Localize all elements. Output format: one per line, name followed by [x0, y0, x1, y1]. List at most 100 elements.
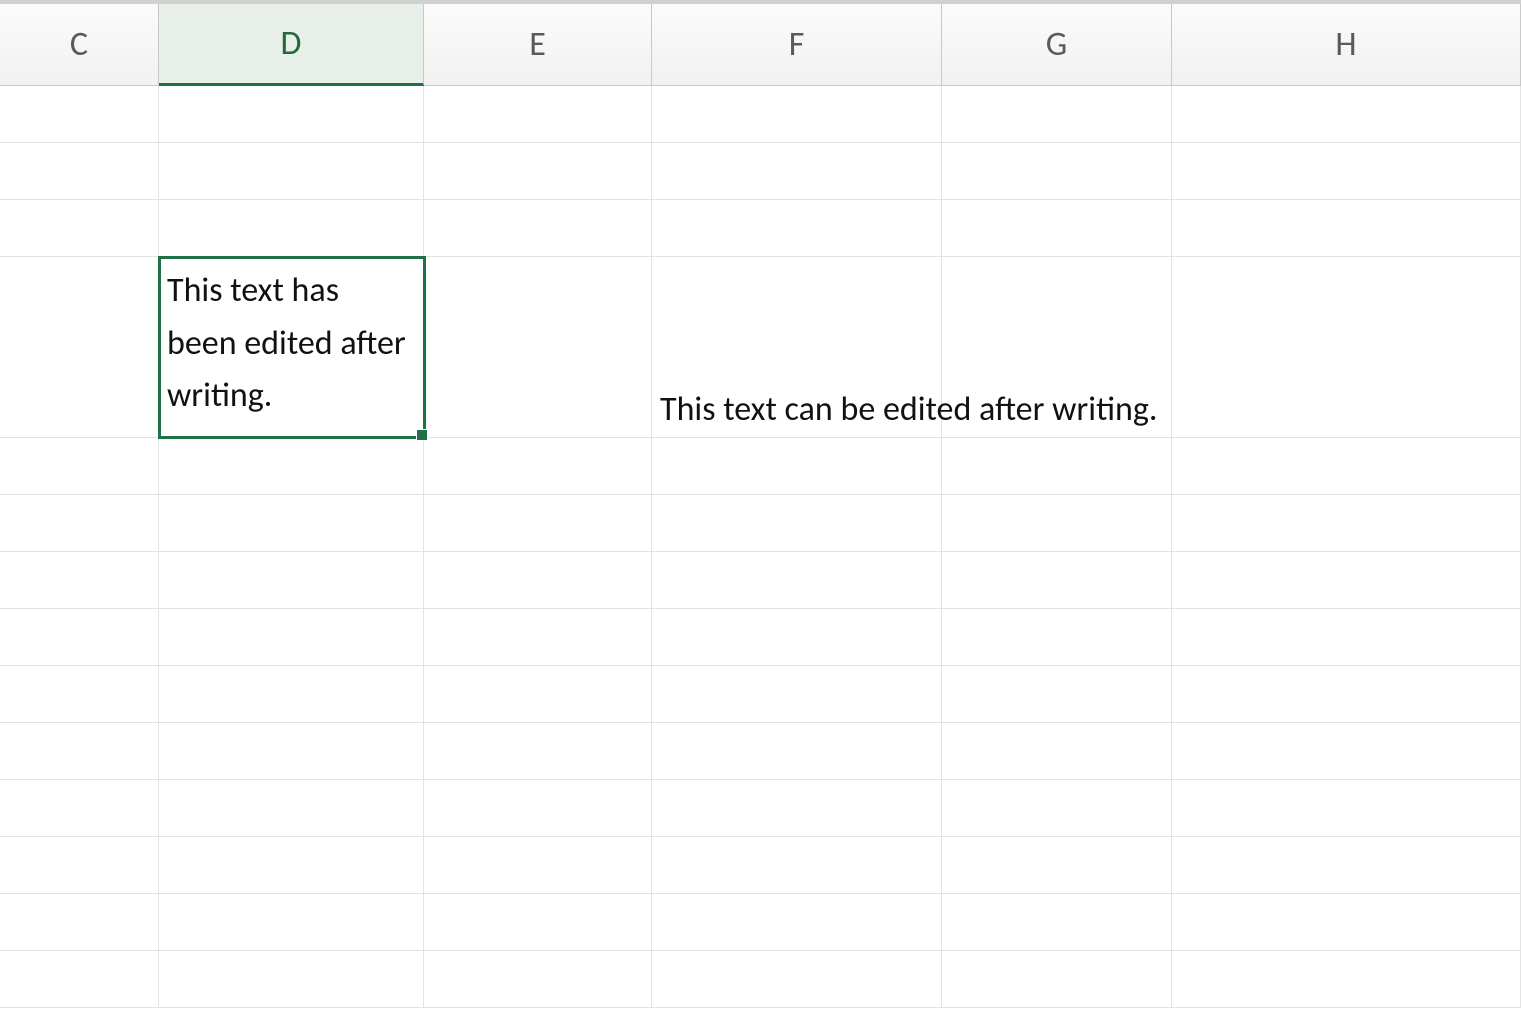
- cell-e5[interactable]: [424, 438, 652, 495]
- cell-c11[interactable]: [0, 780, 159, 837]
- cell-d9[interactable]: [159, 666, 424, 723]
- cell-g10[interactable]: [942, 723, 1172, 780]
- cell-c12[interactable]: [0, 837, 159, 894]
- column-header-g[interactable]: G: [942, 4, 1172, 85]
- cell-e6[interactable]: [424, 495, 652, 552]
- cell-e2[interactable]: [424, 143, 652, 200]
- column-header-f[interactable]: F: [652, 4, 942, 85]
- cell-h12[interactable]: [1172, 837, 1521, 894]
- cell-g6[interactable]: [942, 495, 1172, 552]
- cell-d12[interactable]: [159, 837, 424, 894]
- cell-c9[interactable]: [0, 666, 159, 723]
- cell-c5[interactable]: [0, 438, 159, 495]
- cell-g2[interactable]: [942, 143, 1172, 200]
- column-header-d[interactable]: D: [159, 4, 424, 86]
- cell-g7[interactable]: [942, 552, 1172, 609]
- cell-c4[interactable]: [0, 257, 159, 438]
- cell-f7[interactable]: [652, 552, 942, 609]
- cell-d6[interactable]: [159, 495, 424, 552]
- cell-d2[interactable]: [159, 143, 424, 200]
- cell-c8[interactable]: [0, 609, 159, 666]
- row: [0, 723, 1521, 780]
- cell-g5[interactable]: [942, 438, 1172, 495]
- cell-c14[interactable]: [0, 951, 159, 1008]
- cell-e13[interactable]: [424, 894, 652, 951]
- cell-d14[interactable]: [159, 951, 424, 1008]
- cell-f2[interactable]: [652, 143, 942, 200]
- row: [0, 780, 1521, 837]
- cell-f1[interactable]: [652, 86, 942, 143]
- cell-d13[interactable]: [159, 894, 424, 951]
- cell-f3[interactable]: [652, 200, 942, 257]
- cell-f8[interactable]: [652, 609, 942, 666]
- cell-d3[interactable]: [159, 200, 424, 257]
- cell-d11[interactable]: [159, 780, 424, 837]
- cell-h4[interactable]: [1172, 257, 1521, 438]
- cell-f12[interactable]: [652, 837, 942, 894]
- cell-e1[interactable]: [424, 86, 652, 143]
- cell-h10[interactable]: [1172, 723, 1521, 780]
- cell-e4[interactable]: [424, 257, 652, 438]
- column-header-c[interactable]: C: [0, 4, 159, 85]
- cell-d10[interactable]: [159, 723, 424, 780]
- cell-d8[interactable]: [159, 609, 424, 666]
- cell-h8[interactable]: [1172, 609, 1521, 666]
- cell-c6[interactable]: [0, 495, 159, 552]
- cell-h1[interactable]: [1172, 86, 1521, 143]
- cell-c13[interactable]: [0, 894, 159, 951]
- cell-h9[interactable]: [1172, 666, 1521, 723]
- cell-c3[interactable]: [0, 200, 159, 257]
- cell-g11[interactable]: [942, 780, 1172, 837]
- cell-f6[interactable]: [652, 495, 942, 552]
- cell-g12[interactable]: [942, 837, 1172, 894]
- cell-h14[interactable]: [1172, 951, 1521, 1008]
- cell-f13[interactable]: [652, 894, 942, 951]
- cell-f14[interactable]: [652, 951, 942, 1008]
- cell-e8[interactable]: [424, 609, 652, 666]
- cell-c1[interactable]: [0, 86, 159, 143]
- cell-f5[interactable]: [652, 438, 942, 495]
- cell-d5[interactable]: [159, 438, 424, 495]
- cell-f4[interactable]: This text can be edited after writing.: [652, 257, 942, 438]
- cell-c2[interactable]: [0, 143, 159, 200]
- cell-h3[interactable]: [1172, 200, 1521, 257]
- cell-g13[interactable]: [942, 894, 1172, 951]
- column-headers: C D E F G H: [0, 4, 1521, 86]
- row: [0, 666, 1521, 723]
- cell-e3[interactable]: [424, 200, 652, 257]
- cell-h6[interactable]: [1172, 495, 1521, 552]
- cell-f11[interactable]: [652, 780, 942, 837]
- cell-e11[interactable]: [424, 780, 652, 837]
- cell-e7[interactable]: [424, 552, 652, 609]
- cell-h13[interactable]: [1172, 894, 1521, 951]
- cell-d7[interactable]: [159, 552, 424, 609]
- cell-f9[interactable]: [652, 666, 942, 723]
- column-header-e[interactable]: E: [424, 4, 652, 85]
- cell-f10[interactable]: [652, 723, 942, 780]
- cell-g3[interactable]: [942, 200, 1172, 257]
- row: [0, 552, 1521, 609]
- cell-g9[interactable]: [942, 666, 1172, 723]
- cell-d1[interactable]: [159, 86, 424, 143]
- cell-e9[interactable]: [424, 666, 652, 723]
- cell-h11[interactable]: [1172, 780, 1521, 837]
- column-header-h[interactable]: H: [1172, 4, 1521, 85]
- cell-c7[interactable]: [0, 552, 159, 609]
- row: [0, 495, 1521, 552]
- cell-e14[interactable]: [424, 951, 652, 1008]
- row: [0, 609, 1521, 666]
- cell-c10[interactable]: [0, 723, 159, 780]
- cell-g1[interactable]: [942, 86, 1172, 143]
- cell-h2[interactable]: [1172, 143, 1521, 200]
- cell-h5[interactable]: [1172, 438, 1521, 495]
- row: [0, 143, 1521, 200]
- spreadsheet: C D E F G H: [0, 0, 1521, 1014]
- cell-e10[interactable]: [424, 723, 652, 780]
- cell-d4[interactable]: This text has been edited after writing.: [159, 257, 424, 438]
- cell-h7[interactable]: [1172, 552, 1521, 609]
- cell-g8[interactable]: [942, 609, 1172, 666]
- cell-e12[interactable]: [424, 837, 652, 894]
- row: [0, 837, 1521, 894]
- cell-g14[interactable]: [942, 951, 1172, 1008]
- grid-body: This text has been edited after writing.…: [0, 86, 1521, 1008]
